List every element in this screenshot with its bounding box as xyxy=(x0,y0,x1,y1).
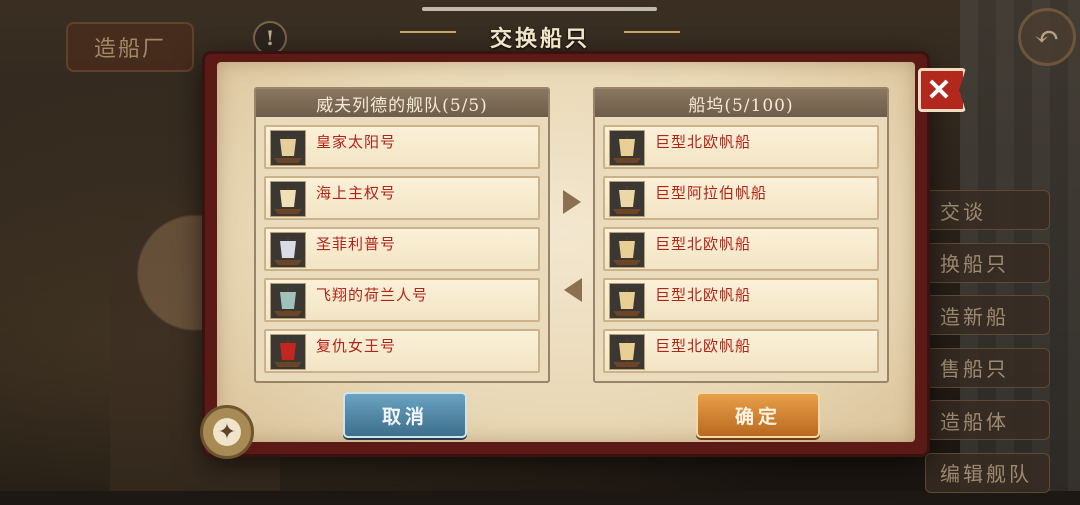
close-icon: ✕ xyxy=(926,72,952,108)
ship-name: 圣菲利普号 xyxy=(316,235,397,253)
ship-icon xyxy=(609,181,645,217)
fleet-ship-slot[interactable]: 飞翔的荷兰人号 xyxy=(264,278,540,322)
side-menu: 交谈 换船只 造新船 售船只 造船体 编辑舰队 xyxy=(925,190,1050,505)
confirm-button[interactable]: 确定 xyxy=(696,392,820,438)
ship-icon xyxy=(609,334,645,370)
ship-name: 巨型北欧帆船 xyxy=(655,235,752,253)
dialog-title-bar: 交换船只 xyxy=(400,21,680,52)
system-gesture-bar xyxy=(422,7,657,11)
confirm-label: 确定 xyxy=(734,405,781,428)
fleet-ship-slot[interactable]: 海上主权号 xyxy=(264,176,540,220)
side-menu-item-build-ship[interactable]: 造新船 xyxy=(925,295,1050,335)
ship-name: 巨型阿拉伯帆船 xyxy=(655,184,768,202)
side-menu-item-build-hull[interactable]: 造船体 xyxy=(925,400,1050,440)
dock-panel: 船坞(5/100) 巨型北欧帆船 巨型阿拉伯帆船 巨型北欧帆船 巨型北欧帆船 巨… xyxy=(593,87,889,383)
compass-icon: ✦ xyxy=(200,405,254,459)
ship-icon xyxy=(270,232,306,268)
title-ornament-right xyxy=(624,31,680,33)
ship-name: 巨型北欧帆船 xyxy=(655,133,752,151)
fleet-ship-slot[interactable]: 圣菲利普号 xyxy=(264,227,540,271)
title-ornament-left xyxy=(400,31,456,33)
side-menu-item-sell-ship[interactable]: 售船只 xyxy=(925,347,1050,388)
side-menu-item-talk[interactable]: 交谈 xyxy=(925,190,1050,230)
ship-icon xyxy=(609,283,645,319)
cancel-label: 取消 xyxy=(381,405,428,428)
dialog-title: 交换船只 xyxy=(489,26,590,52)
move-to-dock-arrow-icon[interactable] xyxy=(563,190,581,214)
ship-name: 复仇女王号 xyxy=(316,337,397,355)
ship-name: 海上主权号 xyxy=(316,184,397,202)
cancel-button[interactable]: 取消 xyxy=(343,392,467,438)
move-to-fleet-arrow-icon[interactable] xyxy=(564,278,582,302)
fleet-panel-header: 威夫列德的舰队(5/5) xyxy=(256,89,548,117)
shipyard-button[interactable]: 造船厂 xyxy=(66,22,194,72)
ship-name: 巨型北欧帆船 xyxy=(655,337,752,355)
side-menu-item-edit-fleet[interactable]: 编辑舰队 xyxy=(925,452,1050,493)
ship-icon xyxy=(270,283,306,319)
fleet-ship-slot[interactable]: 皇家太阳号 xyxy=(264,125,540,169)
close-button[interactable]: ✕ xyxy=(918,68,966,112)
ship-icon xyxy=(609,232,645,268)
ship-name: 飞翔的荷兰人号 xyxy=(316,286,429,304)
fleet-panel: 威夫列德的舰队(5/5) 皇家太阳号 海上主权号 圣菲利普号 飞翔的荷兰人号 复… xyxy=(254,87,550,383)
fleet-ship-slot[interactable]: 复仇女王号 xyxy=(264,329,540,373)
dock-panel-header: 船坞(5/100) xyxy=(595,89,887,117)
ship-name: 皇家太阳号 xyxy=(316,133,397,151)
dock-ship-slot[interactable]: 巨型北欧帆船 xyxy=(603,329,879,373)
shipyard-label: 造船厂 xyxy=(93,37,166,62)
back-icon[interactable]: ↶ xyxy=(1018,8,1076,66)
ship-icon xyxy=(270,130,306,166)
ship-name: 巨型北欧帆船 xyxy=(655,286,752,304)
ship-icon xyxy=(270,181,306,217)
alert-icon[interactable]: ! xyxy=(253,21,287,55)
dock-ship-slot[interactable]: 巨型北欧帆船 xyxy=(603,278,879,322)
side-menu-item-swap-ship[interactable]: 换船只 xyxy=(925,242,1050,283)
ship-icon xyxy=(609,130,645,166)
ship-icon xyxy=(270,334,306,370)
dock-ship-slot[interactable]: 巨型北欧帆船 xyxy=(603,227,879,271)
dock-ship-slot[interactable]: 巨型北欧帆船 xyxy=(603,125,879,169)
dock-ship-slot[interactable]: 巨型阿拉伯帆船 xyxy=(603,176,879,220)
